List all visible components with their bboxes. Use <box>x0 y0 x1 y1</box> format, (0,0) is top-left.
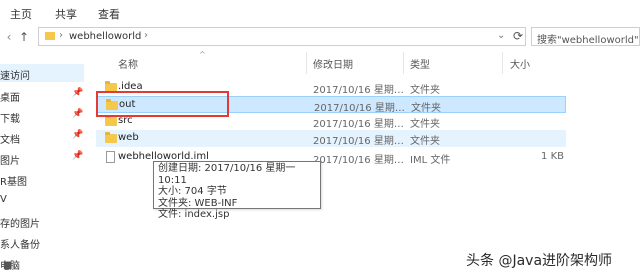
sidebar-item-v[interactable]: V <box>0 194 7 205</box>
status-icon: ■ <box>3 260 13 271</box>
sidebar-item-documents[interactable]: 文档 <box>0 131 20 146</box>
column-divider <box>306 52 307 74</box>
tooltip-line: 创建日期: 2017/10/16 星期一 10:11 <box>158 163 296 186</box>
column-header-type[interactable]: 类型 <box>410 56 430 71</box>
folder-icon <box>105 132 117 143</box>
sidebar-item-downloads[interactable]: 下载 <box>0 110 20 125</box>
tab-share[interactable]: 共享 <box>55 6 77 22</box>
file-type: 文件夹 <box>411 103 441 114</box>
file-row-hovered[interactable]: web 2017/10/16 星期… 文件夹 <box>96 130 566 147</box>
sidebar-item-r-map[interactable]: R基图 <box>0 173 27 188</box>
back-icon[interactable]: ‹ <box>2 30 16 44</box>
ribbon-bar: 主页 共享 查看 <box>0 0 640 26</box>
sort-indicator-icon: ^ <box>199 50 206 59</box>
column-header-name[interactable]: 名称 <box>118 56 138 71</box>
file-type: IML 文件 <box>410 155 451 166</box>
file-icon <box>106 151 115 163</box>
file-date: 2017/10/16 星期… <box>313 136 404 147</box>
tooltip-line: 文件夹: WEB-INF <box>158 197 238 209</box>
tooltip-line: 文件: index.jsp <box>158 209 230 220</box>
file-size: 1 KB <box>541 151 564 162</box>
file-name: web <box>118 132 139 143</box>
file-date: 2017/10/16 星期… <box>314 103 405 114</box>
breadcrumb-chevron-icon: › <box>59 30 63 41</box>
file-date: 2017/10/16 星期… <box>313 119 404 130</box>
pin-icon: 📌 <box>72 151 84 161</box>
tooltip-line: 大小: 704 字节 <box>158 186 227 197</box>
watermark: 头条 @Java进阶架构师 <box>466 253 613 269</box>
breadcrumb-segment[interactable]: webhelloworld <box>69 31 141 42</box>
column-divider <box>502 52 503 74</box>
sidebar-item-saved-pictures[interactable]: 存的图片 <box>0 215 40 230</box>
folder-icon <box>45 32 55 40</box>
annotation-highlight-box <box>96 91 229 117</box>
sidebar-item-desktop[interactable]: 桌面 <box>0 89 20 104</box>
pin-icon: 📌 <box>72 88 84 98</box>
tab-home[interactable]: 主页 <box>10 6 32 22</box>
column-header-date[interactable]: 修改日期 <box>313 56 353 71</box>
history-dropdown-icon[interactable]: ⌄ <box>497 30 505 41</box>
pin-icon: 📌 <box>72 130 84 140</box>
up-arrow-icon[interactable]: ↑ <box>17 30 31 44</box>
file-type: 文件夹 <box>410 119 440 130</box>
file-date: 2017/10/16 星期… <box>313 85 404 96</box>
refresh-icon[interactable]: ⟳ <box>513 29 523 43</box>
navigation-pane: 速访问 桌面 📌 下载 📌 文档 📌 图片 📌 R基图 V 存的图片 系人备份 … <box>0 50 88 278</box>
pin-icon: 📌 <box>72 109 84 119</box>
file-type: 文件夹 <box>410 136 440 147</box>
address-bar[interactable]: › webhelloworld › ⌄ ⟳ <box>38 27 526 46</box>
file-type: 文件夹 <box>410 85 440 96</box>
folder-icon <box>105 115 117 126</box>
folder-info-tooltip: 创建日期: 2017/10/16 星期一 10:11 大小: 704 字节 文件… <box>153 161 321 220</box>
file-date: 2017/10/16 星期… <box>313 155 404 166</box>
breadcrumb-chevron-icon: › <box>144 30 148 41</box>
sidebar-item-contacts-backup[interactable]: 系人备份 <box>0 236 40 251</box>
search-input[interactable]: 搜索"webhelloworld" <box>531 27 640 46</box>
column-header-size[interactable]: 大小 <box>510 56 530 71</box>
tab-view[interactable]: 查看 <box>98 6 120 22</box>
sidebar-item-quick-access[interactable]: 速访问 <box>0 67 30 82</box>
column-divider <box>403 52 404 74</box>
sidebar-item-pictures[interactable]: 图片 <box>0 152 20 167</box>
